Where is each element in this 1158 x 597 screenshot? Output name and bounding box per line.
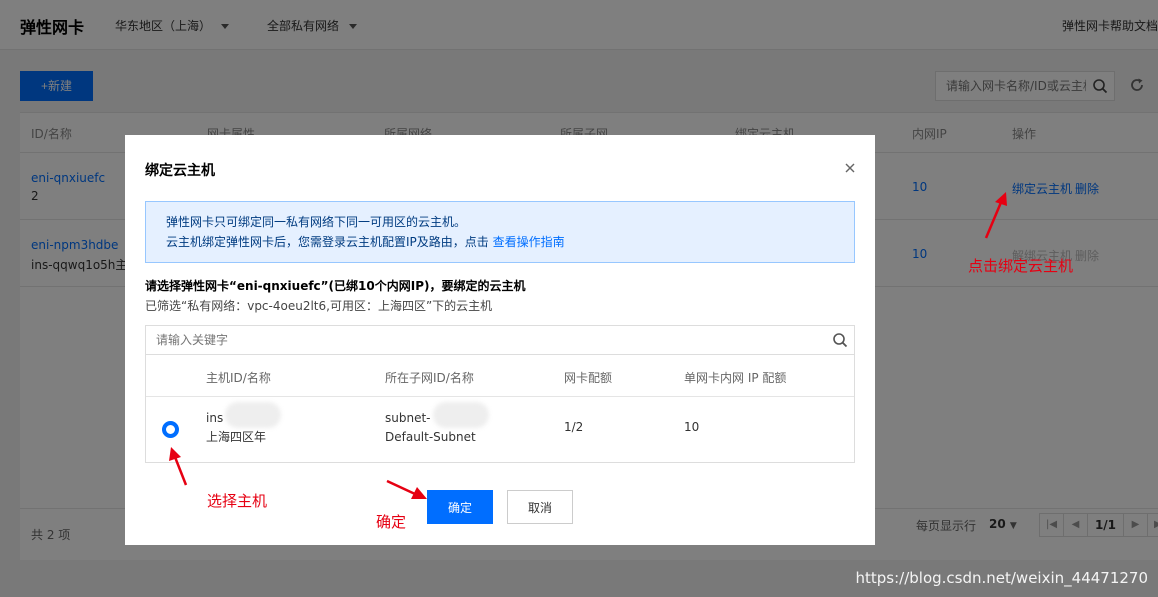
- search-icon[interactable]: [832, 332, 848, 348]
- keyword-search: [145, 325, 855, 355]
- host-name: 上海四区年: [206, 430, 267, 444]
- bind-host-dialog: 绑定云主机 弹性网卡只可绑定同一私有网络下同一可用区的云主机。 云主机绑定弹性网…: [125, 135, 875, 545]
- notice-line-2: 云主机绑定弹性网卡后，您需登录云主机配置IP及路由，点击: [166, 235, 489, 249]
- watermark: https://blog.csdn.net/weixin_44471270: [855, 569, 1148, 587]
- keyword-search-input[interactable]: [146, 326, 806, 354]
- col-subnet-id: 所在子网ID/名称: [385, 371, 474, 385]
- col-host-id: 主机ID/名称: [206, 371, 271, 385]
- select-host-title: 请选择弹性网卡“eni-qnxiuefc”(已绑10个内网IP)，要绑定的云主机: [145, 279, 526, 293]
- host-radio[interactable]: [162, 421, 179, 438]
- close-icon[interactable]: [843, 161, 857, 175]
- table-row[interactable]: ins 上海四区年 subnet- Default-Subnet 1/2 10: [146, 397, 854, 461]
- host-table-header: 主机ID/名称 所在子网ID/名称 网卡配额 单网卡内网 IP 配额: [146, 355, 854, 397]
- col-ip-quota: 单网卡内网 IP 配额: [684, 371, 787, 385]
- redacted-blur: [432, 401, 489, 428]
- host-id-cell: ins 上海四区年: [206, 401, 282, 447]
- col-nic-quota: 网卡配额: [564, 371, 613, 385]
- arrow-annotation-confirm: [386, 479, 427, 499]
- guide-link[interactable]: 查看操作指南: [493, 235, 565, 249]
- host-id: ins: [206, 411, 224, 425]
- subnet-name: Default-Subnet: [385, 430, 476, 444]
- redacted-blur: [225, 401, 282, 428]
- confirm-hint-annotation: 确定: [376, 513, 407, 531]
- filter-summary: 已筛选“私有网络：vpc-4oeu2lt6,可用区：上海四区”下的云主机: [145, 299, 493, 313]
- dialog-title: 绑定云主机: [145, 163, 215, 179]
- subnet-id: subnet-: [385, 411, 431, 425]
- arrow-annotation-select: [169, 447, 188, 486]
- info-notice: 弹性网卡只可绑定同一私有网络下同一可用区的云主机。 云主机绑定弹性网卡后，您需登…: [145, 201, 855, 263]
- bind-hint-annotation: 点击绑定云主机: [968, 257, 1074, 275]
- confirm-button[interactable]: 确定: [427, 490, 493, 524]
- nic-quota: 1/2: [564, 420, 584, 434]
- arrow-annotation-bind: [984, 192, 1007, 239]
- subnet-cell: subnet- Default-Subnet: [385, 401, 489, 447]
- host-table: 主机ID/名称 所在子网ID/名称 网卡配额 单网卡内网 IP 配额 ins 上…: [145, 355, 855, 463]
- ip-quota: 10: [684, 420, 700, 434]
- select-hint-annotation: 选择主机: [207, 492, 268, 510]
- notice-line-1: 弹性网卡只可绑定同一私有网络下同一可用区的云主机。: [166, 215, 467, 229]
- cancel-button[interactable]: 取消: [507, 490, 573, 524]
